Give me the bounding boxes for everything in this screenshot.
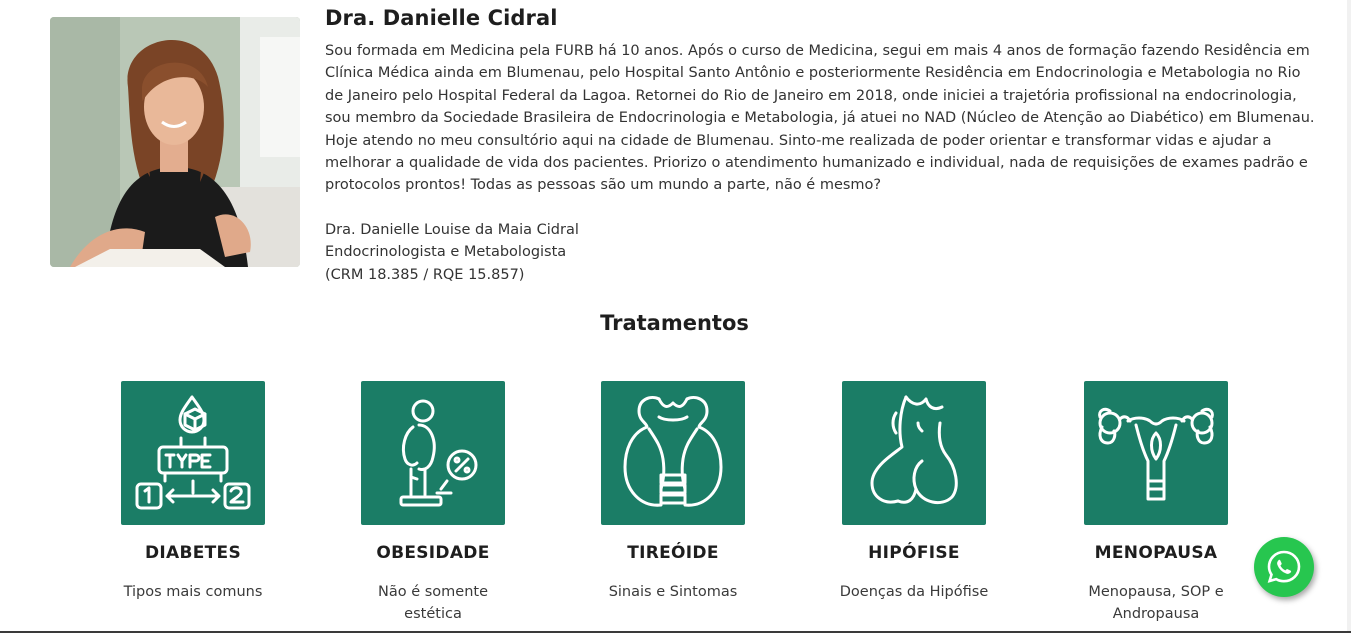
doctor-portrait-image (50, 17, 300, 267)
thyroid-icon (601, 381, 745, 525)
treatments-title: Tratamentos (600, 311, 749, 335)
signature-title: Endocrinologista e Metabologista (325, 244, 567, 261)
treatment-desc-tireoide: Sinais e Sintomas (608, 584, 738, 600)
treatment-card-obesidade[interactable]: OBESIDADE Não é somente estética (313, 381, 553, 626)
doctor-name: Dra. Danielle Cidral (325, 6, 558, 30)
doctor-bio: Dra. Danielle Cidral Sou formada em Medi… (325, 6, 1315, 286)
uterus-icon (1084, 381, 1228, 525)
whatsapp-button[interactable] (1254, 537, 1314, 597)
treatment-name-obesidade: OBESIDADE (376, 543, 490, 563)
bio-text: Sou formada em Medicina pela FURB há 10 … (325, 43, 1315, 194)
whatsapp-icon (1267, 550, 1301, 583)
treatment-card-menopausa[interactable]: MENOPAUSA Menopausa, SOP e Andropausa (1036, 381, 1276, 626)
treatment-card-tireoide[interactable]: TIREÓIDE Sinais e Sintomas (553, 381, 793, 603)
signature-registry: (CRM 18.385 / RQE 15.857) (325, 266, 525, 283)
doctor-photo (50, 17, 300, 267)
treatment-name-menopausa: MENOPAUSA (1094, 543, 1218, 563)
scale-weight-icon (361, 381, 505, 525)
treatment-desc-hipofise: Doenças da Hipófise (839, 584, 989, 600)
scrollbar[interactable] (1347, 0, 1351, 633)
pituitary-icon (842, 381, 986, 525)
treatment-name-diabetes: DIABETES (144, 543, 242, 563)
treatment-desc-diabetes: Tipos mais comuns (123, 584, 263, 600)
treatment-name-tireoide: TIREÓIDE (627, 543, 719, 563)
treatment-desc-obesidade: Não é somente estética (377, 584, 488, 623)
page: Dra. Danielle Cidral Sou formada em Medi… (0, 0, 1351, 633)
diabetes-type-icon (121, 381, 265, 525)
signature-name: Dra. Danielle Louise da Maia Cidral (325, 221, 579, 238)
treatment-desc-menopausa: Menopausa, SOP e Andropausa (1088, 584, 1224, 623)
treatment-name-hipofise: HIPÓFISE (868, 543, 960, 563)
treatment-card-diabetes[interactable]: DIABETES Tipos mais comuns (73, 381, 313, 603)
treatment-card-hipofise[interactable]: HIPÓFISE Doenças da Hipófise (794, 381, 1034, 603)
signature: Dra. Danielle Louise da Maia Cidral Endo… (325, 219, 1315, 286)
